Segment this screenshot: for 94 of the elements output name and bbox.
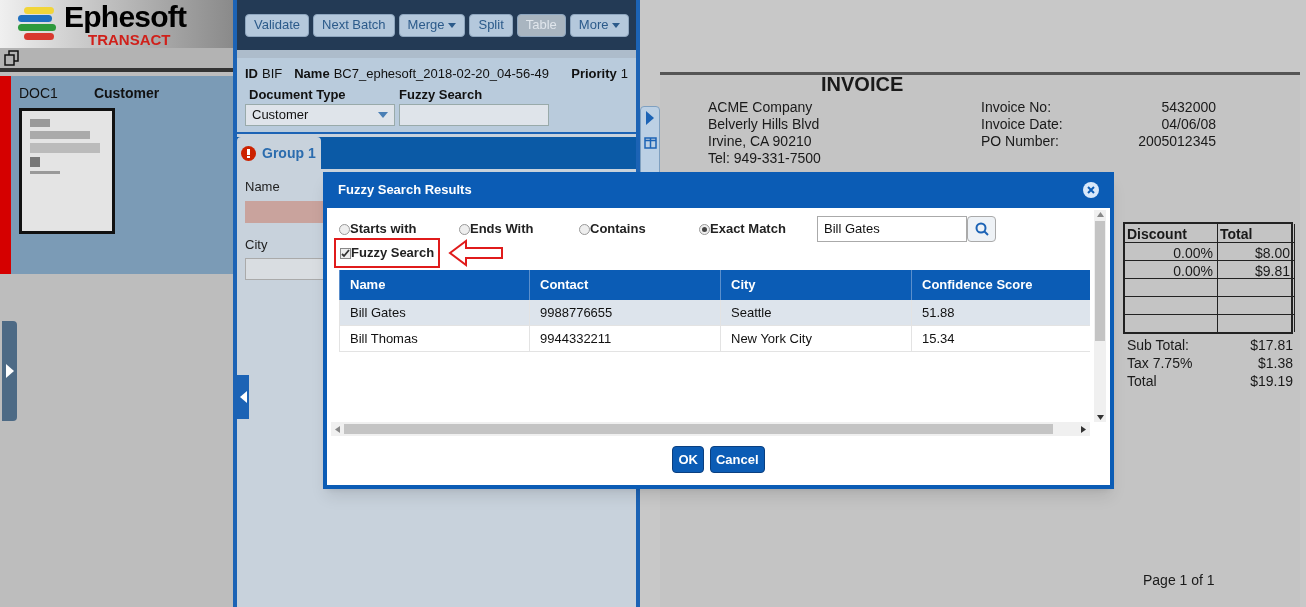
document-type-dropdown[interactable]: Customer (245, 104, 395, 126)
fuzzy-search-checkbox[interactable]: Fuzzy Search (334, 238, 441, 268)
result-row[interactable]: Bill Thomas 9944332211 New York City 15.34 (339, 326, 1090, 352)
document-type: Customer (93, 84, 160, 103)
invoice-table-cell: $8.00 (1218, 242, 1295, 260)
search-field[interactable]: Bill Gates (817, 216, 967, 242)
radio-option[interactable]: Starts with (339, 219, 459, 239)
group-tab[interactable]: Group 1 (237, 137, 321, 169)
horizontal-scrollbar[interactable] (331, 422, 1090, 436)
field-label: City (245, 235, 268, 254)
invoice-table-cell: 0.00% (1125, 242, 1218, 260)
close-button[interactable] (1083, 182, 1099, 198)
table-cell: Bill Thomas (339, 326, 529, 351)
priority-label: Priority (571, 65, 617, 83)
dialog-button[interactable]: Cancel (709, 446, 765, 473)
document-item[interactable]: DOC1 Customer (0, 76, 233, 274)
scroll-left-icon[interactable] (335, 425, 340, 433)
batch-id-label: ID (245, 65, 258, 83)
close-icon (1087, 186, 1095, 194)
search-button[interactable] (967, 216, 996, 242)
search-icon (974, 222, 989, 236)
batch-id: BIF (262, 65, 283, 83)
expand-panel-tab[interactable] (2, 321, 17, 421)
dialog-button[interactable]: OK (672, 446, 704, 473)
table-cell: 9988776655 (529, 300, 720, 325)
radio-option[interactable]: Exact Match (699, 219, 817, 239)
play-icon[interactable] (646, 111, 654, 125)
scroll-up-icon[interactable] (1096, 212, 1104, 217)
table-cell: 51.88 (911, 300, 1090, 325)
table-cell: 15.34 (911, 326, 1090, 351)
arrow-left-icon (239, 391, 247, 403)
radio[interactable] (699, 223, 710, 235)
vertical-scrollbar[interactable] (1094, 210, 1106, 422)
toolbar-button[interactable]: Next Batch (313, 13, 395, 37)
meta-label: Invoice No: (981, 99, 1052, 116)
toolbar-button[interactable]: Split (469, 13, 513, 37)
scroll-down-icon[interactable] (1096, 415, 1104, 420)
invoice-title: INVOICE (821, 72, 905, 97)
page-number: Page 1 of 1 (1143, 571, 1216, 590)
arrow-right-icon (5, 364, 14, 378)
dropdown-arrow-icon (378, 112, 388, 118)
address-line: Belverly Hills Blvd (708, 116, 821, 133)
fuzzy-search-input[interactable] (399, 104, 549, 126)
total-value: $17.81 (1250, 336, 1293, 354)
total-value: $19.19 (1250, 372, 1293, 390)
meta-value: 2005012345 (1138, 133, 1216, 150)
total-label: Sub Total: (1127, 336, 1189, 354)
address-line: ACME Company (708, 99, 814, 116)
copy-icon[interactable] (4, 50, 20, 66)
error-icon (241, 145, 256, 161)
radio-option[interactable]: Ends With (459, 219, 579, 239)
logo-name: Ephesoft (64, 1, 187, 32)
collapse-panel-tab[interactable] (237, 375, 249, 419)
table-cell: Bill Gates (339, 300, 529, 325)
toolbar-button[interactable]: Validate (245, 13, 309, 37)
meta-value: 04/06/08 (1161, 116, 1216, 133)
total-label: Total (1127, 372, 1157, 390)
document-id: DOC1 (19, 84, 58, 103)
address-line: Tel: 949-331-7500 (708, 150, 822, 167)
arrow-left-icon (448, 239, 505, 267)
total-value: $1.38 (1257, 354, 1293, 372)
radio-option[interactable]: Contains (579, 219, 699, 239)
caret-icon (612, 22, 621, 28)
checkbox[interactable] (340, 247, 351, 259)
total-label: Tax 7.75% (1127, 354, 1193, 372)
radio[interactable] (459, 223, 470, 235)
field-label: Name (245, 178, 280, 196)
layout-icon[interactable] (643, 137, 657, 149)
meta-label: PO Number: (981, 133, 1059, 150)
group-tab-label: Group 1 (262, 143, 316, 163)
meta-value: 5432000 (1161, 99, 1216, 116)
invoice-table-header: Discount (1125, 224, 1218, 242)
invoice-table-header: Total (1218, 224, 1295, 242)
address-line: Irvine, CA 90210 (708, 133, 813, 150)
batch-name: BC7_ephesoft_2018-02-20_04-56-49 (333, 65, 550, 83)
radio[interactable] (579, 223, 590, 235)
table-cell: New York City (720, 326, 911, 351)
result-row[interactable]: Bill Gates 9988776655 Seattle 51.88 (339, 300, 1090, 326)
table-cell: 9944332211 (529, 326, 720, 351)
field-label: Document Type (248, 85, 347, 104)
page-thumbnail[interactable] (19, 108, 115, 234)
toolbar-button[interactable]: Merge (398, 13, 466, 37)
meta-label: Invoice Date: (981, 116, 1063, 133)
scroll-right-icon[interactable] (1081, 425, 1086, 433)
toolbar-button[interactable]: More (569, 13, 630, 37)
invoice-table-cell: $9.81 (1218, 260, 1295, 278)
field-label: Fuzzy Search (399, 85, 484, 104)
table-cell: Seattle (720, 300, 911, 325)
invoice-table-cell: 0.00% (1125, 260, 1218, 278)
radio[interactable] (339, 223, 350, 235)
dialog-title: Fuzzy Search Results (338, 181, 472, 200)
caret-icon (448, 22, 457, 28)
batch-name-label: Name (294, 65, 330, 83)
priority-value: 1 (620, 65, 628, 83)
